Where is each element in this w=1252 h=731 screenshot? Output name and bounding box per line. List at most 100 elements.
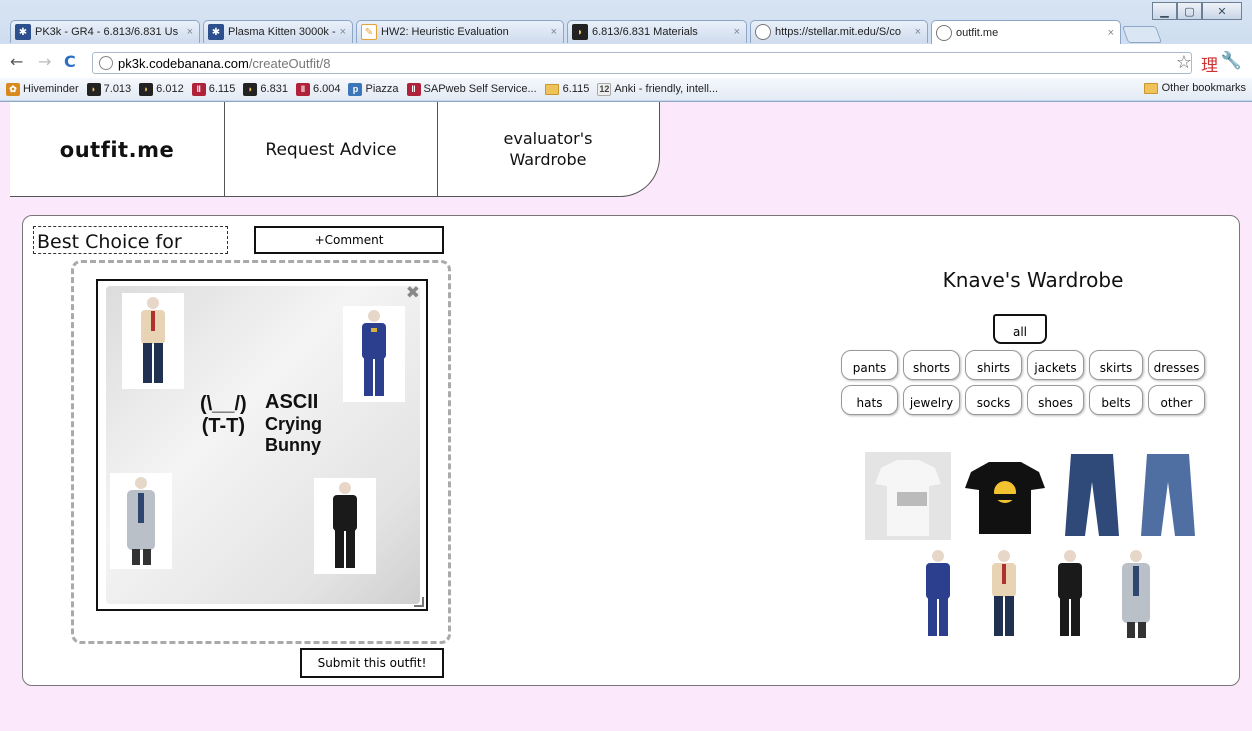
- light-jeans-item[interactable]: [1133, 448, 1203, 542]
- back-arrow-icon[interactable]: ←: [10, 52, 23, 71]
- tab-close-icon[interactable]: ×: [340, 26, 346, 38]
- close-icon[interactable]: ✖: [406, 283, 420, 303]
- browser-chrome: ▁ ▢ ✕ ✱ PK3k - GR4 - 6.813/6.831 Us × ✱ …: [0, 0, 1252, 102]
- bookmark-hiveminder[interactable]: ✿ Hivemind​er: [6, 82, 79, 96]
- mit-icon: ‖: [191, 82, 206, 96]
- pencil-icon: ✎: [361, 24, 377, 40]
- tab-close-icon[interactable]: ×: [187, 26, 193, 38]
- submit-outfit-button[interactable]: Submit this outfit!: [300, 648, 444, 678]
- grey-coat-item[interactable]: [1105, 546, 1167, 642]
- black-uniform-item[interactable]: [1039, 546, 1101, 642]
- snowflake-icon: ✱: [15, 24, 31, 40]
- category-hats[interactable]: hats: [841, 385, 898, 415]
- black-uniform-figure[interactable]: [314, 478, 376, 574]
- cream-uniform-item[interactable]: [973, 546, 1035, 642]
- banana-icon: ◗: [243, 82, 258, 96]
- wardrobe-title: Knave's Wardrobe: [942, 268, 1124, 292]
- bookmarks-bar: ✿ Hivemind​er ◗ 7.013 ◗ 6.012 ‖ 6.115 ◗ 6.831…: [0, 78, 1252, 100]
- category-other[interactable]: other: [1148, 385, 1205, 415]
- bookmark-6831[interactable]: ◗ 6.831: [243, 82, 288, 96]
- forward-arrow-icon[interactable]: →: [38, 52, 51, 71]
- tab-stellar[interactable]: https://stellar.mit.edu/S/co ×: [750, 20, 928, 43]
- maximize-button[interactable]: ▢: [1177, 2, 1202, 20]
- category-shirts[interactable]: shirts: [965, 350, 1022, 380]
- snowflake-icon: ✱: [208, 24, 224, 40]
- bookmark-6115[interactable]: ‖ 6.115: [191, 82, 235, 96]
- tab-materials[interactable]: ◗ 6.813/6.831 Materials ×: [567, 20, 747, 43]
- address-bar[interactable]: pk3k.codebanana.com/createOutfit/8: [92, 52, 1192, 74]
- request-advice-link[interactable]: Request Advice: [225, 102, 438, 197]
- bookmark-6012[interactable]: ◗ 6.012: [139, 82, 184, 96]
- category-socks[interactable]: socks: [965, 385, 1022, 415]
- category-skirts[interactable]: skirts: [1089, 350, 1143, 380]
- shirt-print-text: ASCII Crying Bunny: [265, 391, 323, 455]
- cream-uniform-figure[interactable]: [122, 293, 184, 389]
- globe-icon: [99, 56, 113, 70]
- mit-icon: ‖: [295, 82, 310, 96]
- create-outfit-panel: Best Choice for +Comment (\__/) (T-T) AS…: [22, 215, 1240, 686]
- category-dresses[interactable]: dresses: [1148, 350, 1205, 380]
- navy-uniform-figure[interactable]: [343, 306, 405, 402]
- tab-plasma-kitten[interactable]: ✱ Plasma Kitten 3000k - 6.813 ×: [203, 20, 353, 43]
- category-all-tab[interactable]: all: [993, 314, 1047, 344]
- bookmark-anki[interactable]: 12 Anki - friendly, intell...: [597, 82, 718, 96]
- reload-icon[interactable]: C: [64, 52, 76, 71]
- url-host: pk3k.codebanana.com: [118, 55, 249, 71]
- category-pants[interactable]: pants: [841, 350, 898, 380]
- close-window-button[interactable]: ✕: [1202, 2, 1242, 20]
- globe-icon: [755, 24, 771, 40]
- wardrobe-link-line2: Wardrobe: [509, 149, 587, 169]
- tab-close-icon[interactable]: ×: [734, 26, 740, 38]
- bookmark-6115-folder[interactable]: 6.115: [544, 83, 589, 95]
- add-comment-button[interactable]: +Comment: [254, 226, 444, 254]
- window-controls: ▁ ▢ ✕: [1152, 2, 1242, 20]
- tab-pk3k-gr4[interactable]: ✱ PK3k - GR4 - 6.813/6.831 Us ×: [10, 20, 200, 43]
- navy-uniform-item[interactable]: [907, 546, 969, 642]
- calendar-icon: 12: [597, 82, 612, 96]
- ime-icon[interactable]: 理: [1201, 51, 1218, 76]
- site-nav: outfit.me Request Advice evaluator's War…: [10, 102, 660, 197]
- hiveminder-icon: ✿: [6, 82, 20, 96]
- browser-toolbar: ← → C pk3k.codebanana.com/createOutfit/8…: [0, 44, 1252, 78]
- other-bookmarks[interactable]: Other bookmarks: [1143, 82, 1246, 94]
- url-path: /createOutfit/8: [248, 55, 331, 71]
- category-tabs: pants shorts shirts jackets skirts dress…: [841, 350, 1211, 415]
- banana-icon: ◗: [572, 24, 588, 40]
- category-jewelry[interactable]: jewelry: [903, 385, 960, 415]
- category-shorts[interactable]: shorts: [903, 350, 960, 380]
- category-jackets[interactable]: jackets: [1027, 350, 1084, 380]
- dark-jeans-item[interactable]: [1057, 448, 1127, 542]
- bookmark-7013[interactable]: ◗ 7.013: [86, 82, 131, 96]
- wrench-icon[interactable]: 🔧: [1221, 51, 1242, 71]
- minimize-button[interactable]: ▁: [1152, 2, 1177, 20]
- outfit-title-field[interactable]: Best Choice for: [33, 226, 228, 254]
- wardrobe-link[interactable]: evaluator's Wardrobe: [438, 102, 658, 197]
- outfit-canvas[interactable]: (\__/) (T-T) ASCII Crying Bunny ✖: [96, 279, 428, 611]
- bookmark-6004[interactable]: ‖ 6.004: [295, 82, 340, 96]
- piazza-icon: p: [348, 82, 363, 96]
- bookmark-star-icon[interactable]: ☆: [1176, 52, 1192, 73]
- mit-icon: ‖: [406, 82, 421, 96]
- tab-close-icon[interactable]: ×: [915, 26, 921, 38]
- banana-icon: ◗: [86, 82, 101, 96]
- outfit-drop-zone[interactable]: (\__/) (T-T) ASCII Crying Bunny ✖: [71, 260, 451, 644]
- new-tab-button[interactable]: [1121, 26, 1163, 43]
- grey-coat-figure[interactable]: [110, 473, 172, 569]
- black-sunset-tshirt-item[interactable]: [959, 448, 1051, 542]
- category-belts[interactable]: belts: [1089, 385, 1143, 415]
- bookmark-sapweb[interactable]: ‖ SAPweb Self Service...: [406, 82, 537, 96]
- banana-icon: ◗: [139, 82, 154, 96]
- page: outfit.me Request Advice evaluator's War…: [10, 102, 1252, 731]
- globe-icon: [936, 24, 952, 41]
- tab-hw2[interactable]: ✎ HW2: Heuristic Evaluation ×: [356, 20, 564, 43]
- white-tshirt-item[interactable]: [861, 448, 955, 542]
- folder-icon: [1143, 82, 1158, 94]
- tab-close-icon[interactable]: ×: [551, 26, 557, 38]
- category-shoes[interactable]: shoes: [1027, 385, 1084, 415]
- folder-icon: [544, 83, 559, 95]
- tab-outfit-me[interactable]: outfit.me ×: [931, 20, 1121, 44]
- resize-handle-icon[interactable]: [414, 597, 424, 607]
- tab-close-icon[interactable]: ×: [1108, 27, 1114, 39]
- bookmark-piazza[interactable]: p Piazza: [348, 82, 399, 96]
- brand-link[interactable]: outfit.me: [10, 102, 225, 197]
